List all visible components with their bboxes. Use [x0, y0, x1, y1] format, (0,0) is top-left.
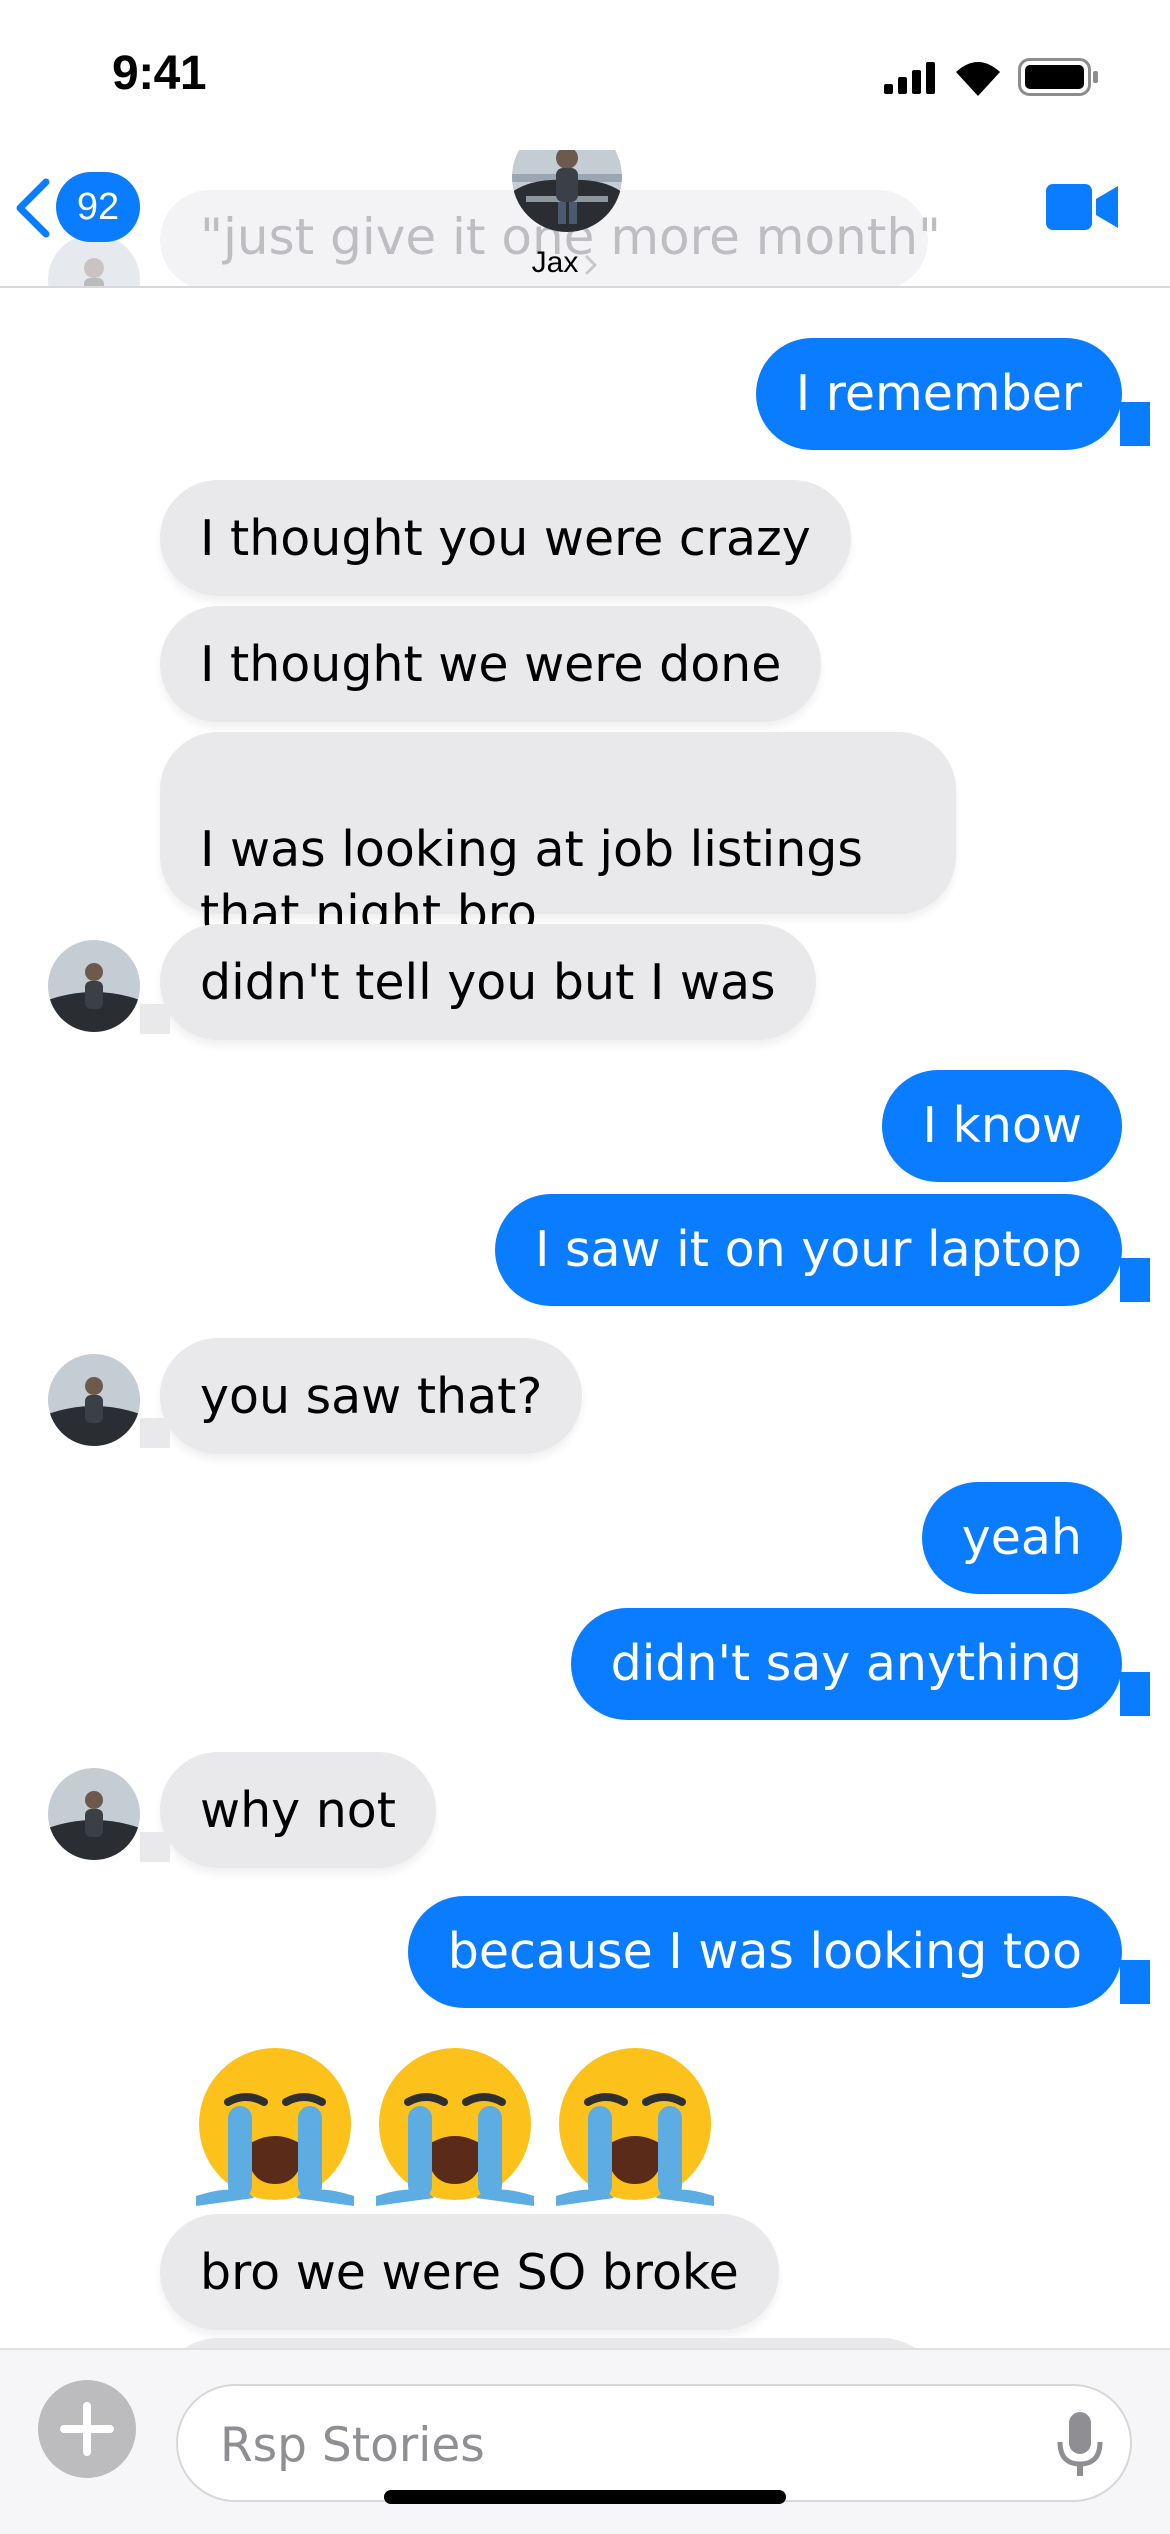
loudly-crying-face-emoji	[196, 2048, 354, 2206]
incoming-message-bubble[interactable]: I thought we were done	[160, 606, 822, 722]
message-text: yeah	[961, 1509, 1082, 1566]
chevron-left-icon[interactable]	[14, 178, 52, 238]
battery-icon	[1018, 58, 1098, 96]
outgoing-message-bubble[interactable]: yeah	[921, 1482, 1122, 1594]
contact-avatar-small[interactable]	[48, 1768, 140, 1860]
wifi-icon	[956, 62, 1000, 96]
microphone-icon[interactable]	[1056, 2410, 1104, 2478]
message-text: didn't tell you but I was	[200, 954, 776, 1011]
bubble-tail	[1120, 402, 1150, 446]
home-indicator[interactable]	[384, 2490, 786, 2504]
contact-avatar-small[interactable]	[48, 940, 140, 1032]
outgoing-message-bubble[interactable]: I know	[882, 1070, 1122, 1182]
outgoing-message-bubble[interactable]: I saw it on your laptop	[494, 1194, 1122, 1306]
incoming-message-bubble[interactable]: didn't tell you but I was	[160, 924, 816, 1040]
status-time: 9:41	[112, 47, 207, 100]
bubble-tail	[1120, 1960, 1150, 2004]
message-text: I thought we were done	[200, 636, 782, 693]
message-text: bro we were SO broke	[200, 2244, 739, 2301]
message-text: because I was looking too	[447, 1923, 1082, 1980]
plus-icon	[60, 2402, 114, 2456]
message-composer: Rsp Stories	[0, 2348, 1170, 2534]
status-bar: 9:41	[0, 0, 1170, 150]
unread-count-badge[interactable]: 92	[56, 172, 140, 242]
message-input-placeholder: Rsp Stories	[220, 2418, 485, 2473]
loudly-crying-face-emoji	[556, 2048, 714, 2206]
incoming-message-bubble[interactable]: why not	[160, 1752, 436, 1868]
outgoing-message-bubble[interactable]: didn't say anything	[570, 1608, 1122, 1720]
chevron-right-icon[interactable]	[584, 254, 598, 276]
bubble-tail	[1120, 1258, 1150, 1302]
bubble-tail	[140, 1418, 170, 1448]
bubble-tail	[1120, 1672, 1150, 1716]
message-text: I thought you were crazy	[200, 510, 811, 567]
message-text: I saw it on your laptop	[534, 1221, 1082, 1278]
add-attachment-button[interactable]	[38, 2380, 136, 2478]
bubble-tail	[140, 1004, 170, 1034]
message-text: I know	[922, 1097, 1082, 1154]
conversation-header: "just give it one more month" 92 Jax	[0, 150, 1170, 288]
contact-avatar-small[interactable]	[48, 1354, 140, 1446]
incoming-message-bubble[interactable]: I thought you were crazy	[160, 480, 851, 596]
incoming-message-bubble[interactable]: I was looking at job listings that night…	[160, 732, 956, 942]
video-camera-icon[interactable]	[1046, 182, 1118, 232]
loudly-crying-face-emoji	[376, 2048, 534, 2206]
incoming-message-bubble[interactable]: bro we were SO broke	[160, 2214, 779, 2330]
cellular-signal-icon	[884, 62, 935, 94]
message-text: didn't say anything	[610, 1635, 1082, 1692]
outgoing-message-bubble[interactable]: I remember	[755, 338, 1122, 450]
message-text: I remember	[795, 365, 1082, 422]
message-text: why not	[200, 1782, 396, 1839]
incoming-message-bubble[interactable]: you saw that?	[160, 1338, 583, 1454]
contact-name[interactable]: Jax	[0, 246, 1110, 280]
outgoing-message-bubble[interactable]: because I was looking too	[407, 1896, 1122, 2008]
message-input[interactable]: Rsp Stories	[176, 2384, 1132, 2502]
bubble-tail	[140, 1832, 170, 1862]
message-text: you saw that?	[200, 1368, 543, 1425]
